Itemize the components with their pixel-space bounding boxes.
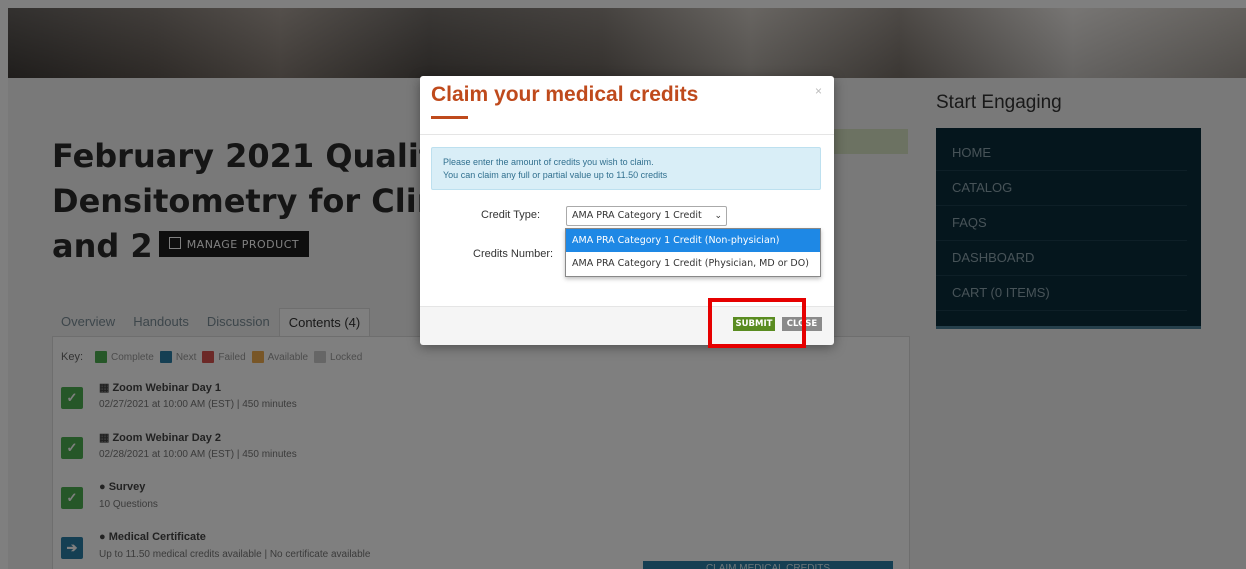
option-physician[interactable]: AMA PRA Category 1 Credit (Physician, MD… (566, 252, 820, 275)
credit-type-dropdown: AMA PRA Category 1 Credit (Non-physician… (565, 228, 821, 277)
alert-line-1: Please enter the amount of credits you w… (443, 157, 654, 167)
alert-line-2: You can claim any full or partial value … (443, 170, 668, 180)
info-alert: Please enter the amount of credits you w… (431, 147, 821, 190)
divider (420, 134, 834, 135)
chevron-down-icon: ⌄ (714, 211, 722, 221)
credit-type-select[interactable]: AMA PRA Category 1 Credit ⌄ (566, 206, 727, 226)
credit-type-value: AMA PRA Category 1 Credit (572, 210, 702, 221)
credit-type-label: Credit Type: (481, 209, 541, 221)
title-underline (431, 116, 468, 119)
option-non-physician[interactable]: AMA PRA Category 1 Credit (Non-physician… (566, 229, 820, 252)
close-icon[interactable]: × (815, 84, 822, 98)
credits-number-label: Credits Number: (473, 248, 554, 260)
highlight-annotation (708, 298, 806, 348)
modal-title: Claim your medical credits (431, 83, 699, 106)
